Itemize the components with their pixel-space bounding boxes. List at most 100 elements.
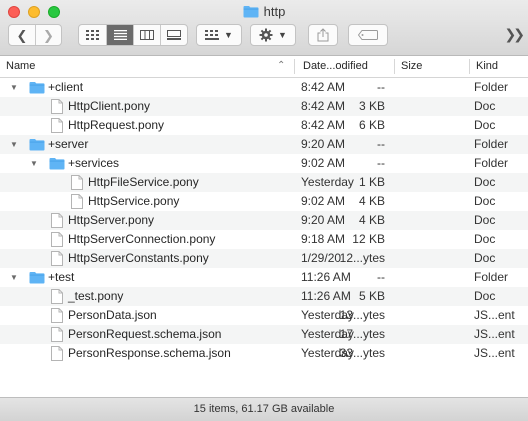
file-kind: Folder bbox=[474, 270, 509, 284]
file-kind: Doc bbox=[474, 99, 496, 113]
file-row[interactable]: HttpServer.pony 9:20 AM 4 KB Doc bbox=[0, 211, 528, 230]
folder-row[interactable]: ▼ +client 8:42 AM -- Folder bbox=[0, 78, 528, 97]
gallery-view-button[interactable] bbox=[160, 25, 187, 45]
chevron-left-icon: ❮ bbox=[16, 27, 28, 43]
file-row[interactable]: PersonRequest.schema.json Yesterday 17...y… bbox=[0, 325, 528, 344]
file-size: 13...ytes bbox=[339, 308, 385, 322]
file-row[interactable]: HttpRequest.pony 8:42 AM 6 KB Doc bbox=[0, 116, 528, 135]
disclosure-triangle-icon[interactable]: ▼ bbox=[8, 135, 20, 154]
view-mode-control bbox=[78, 24, 188, 46]
file-name: PersonRequest.schema.json bbox=[68, 327, 222, 341]
file-kind: Doc bbox=[474, 251, 496, 265]
kind-column-header[interactable]: Kind bbox=[472, 56, 528, 77]
nav-buttons: ❮ ❯ bbox=[8, 24, 62, 46]
columns-icon bbox=[140, 30, 154, 40]
file-kind: Folder bbox=[474, 156, 509, 170]
file-name: HttpService.pony bbox=[88, 194, 180, 208]
file-name: +server bbox=[48, 137, 89, 151]
size-column-header[interactable]: Size bbox=[397, 56, 467, 77]
file-name: HttpServer.pony bbox=[68, 213, 155, 227]
date-column-header[interactable]: Date...odified bbox=[299, 56, 394, 77]
share-button[interactable] bbox=[308, 24, 338, 46]
file-name: +test bbox=[48, 270, 75, 284]
date-modified: 1/29/20 bbox=[301, 251, 342, 265]
column-divider[interactable] bbox=[469, 59, 470, 74]
file-row[interactable]: HttpFileService.pony Yesterday 1 KB Doc bbox=[0, 173, 528, 192]
file-name: _test.pony bbox=[68, 289, 124, 303]
column-divider[interactable] bbox=[394, 59, 395, 74]
file-row[interactable]: HttpServerConstants.pony 1/29/20 12...ytes… bbox=[0, 249, 528, 268]
icon-view-button[interactable] bbox=[79, 25, 106, 45]
file-name: PersonData.json bbox=[68, 308, 157, 322]
file-name: +services bbox=[68, 156, 120, 170]
titlebar: http ❮ ❯ ▼ ▼ ❯❯ bbox=[0, 0, 528, 56]
file-kind: Doc bbox=[474, 118, 496, 132]
chevron-down-icon: ▼ bbox=[224, 30, 233, 40]
file-row[interactable]: HttpService.pony 9:02 AM 4 KB Doc bbox=[0, 192, 528, 211]
status-text: 15 items, 61.17 GB available bbox=[193, 403, 335, 415]
finder-window: http ❮ ❯ ▼ ▼ ❯❯ Name ⌃ Date...odified Si… bbox=[0, 0, 528, 421]
disclosure-triangle-icon[interactable]: ▼ bbox=[8, 78, 20, 97]
file-size: 4 KB bbox=[358, 213, 385, 227]
file-row[interactable]: HttpServerConnection.pony 9:18 AM 12 KB Doc bbox=[0, 230, 528, 249]
file-name: HttpRequest.pony bbox=[68, 118, 165, 132]
file-size: -- bbox=[377, 156, 385, 170]
date-modified: 9:02 AM bbox=[301, 156, 346, 170]
file-kind: JS...ent bbox=[474, 346, 515, 360]
file-kind: Doc bbox=[474, 194, 496, 208]
icon-grid-icon bbox=[86, 30, 99, 40]
date-modified: 9:20 AM bbox=[301, 137, 346, 151]
file-size: 12 KB bbox=[352, 232, 385, 246]
status-bar: 15 items, 61.17 GB available bbox=[0, 397, 528, 421]
column-divider[interactable] bbox=[294, 59, 295, 74]
file-size: 12...ytes bbox=[339, 251, 385, 265]
date-modified: 9:20 AM bbox=[301, 213, 346, 227]
toolbar-overflow-icon[interactable]: ❯❯ bbox=[505, 26, 526, 43]
file-size: -- bbox=[377, 270, 385, 284]
back-button[interactable]: ❮ bbox=[9, 25, 35, 45]
column-view-button[interactable] bbox=[133, 25, 160, 45]
file-kind: JS...ent bbox=[474, 327, 515, 341]
group-by-button[interactable]: ▼ bbox=[196, 24, 242, 46]
folder-row[interactable]: ▼ +services 9:02 AM -- Folder bbox=[0, 154, 528, 173]
file-row[interactable]: _test.pony 11:26 AM 5 KB Doc bbox=[0, 287, 528, 306]
file-kind: Folder bbox=[474, 137, 509, 151]
file-size: 5 KB bbox=[358, 289, 385, 303]
folder-row[interactable]: ▼ +server 9:20 AM -- Folder bbox=[0, 135, 528, 154]
disclosure-triangle-icon[interactable]: ▼ bbox=[8, 268, 20, 287]
file-name: HttpFileService.pony bbox=[88, 175, 199, 189]
list-view-button[interactable] bbox=[106, 25, 133, 45]
date-modified: 9:02 AM bbox=[301, 194, 346, 208]
tag-icon bbox=[358, 30, 378, 40]
file-name: HttpClient.pony bbox=[68, 99, 151, 113]
file-size: 1 KB bbox=[358, 175, 385, 189]
date-modified: 11:26 AM bbox=[301, 289, 351, 303]
file-name: HttpServerConnection.pony bbox=[68, 232, 216, 246]
name-column-header[interactable]: Name bbox=[2, 56, 294, 77]
forward-button[interactable]: ❯ bbox=[35, 25, 61, 45]
date-modified: 9:18 AM bbox=[301, 232, 346, 246]
date-modified: Yesterday bbox=[301, 175, 354, 189]
file-kind: Doc bbox=[474, 232, 496, 246]
document-icon bbox=[51, 346, 63, 367]
file-row[interactable]: HttpClient.pony 8:42 AM 3 KB Doc bbox=[0, 97, 528, 116]
file-row[interactable]: PersonData.json Yesterday 13...ytes JS...en… bbox=[0, 306, 528, 325]
gallery-icon bbox=[167, 30, 181, 40]
file-size: -- bbox=[377, 137, 385, 151]
disclosure-triangle-icon[interactable]: ▼ bbox=[28, 154, 40, 173]
file-kind: JS...ent bbox=[474, 308, 515, 322]
date-modified: 8:42 AM bbox=[301, 99, 346, 113]
group-grid-icon bbox=[205, 30, 220, 40]
sort-ascending-icon: ⌃ bbox=[277, 60, 286, 71]
file-size: 3 KB bbox=[358, 99, 385, 113]
action-menu-button[interactable]: ▼ bbox=[250, 24, 296, 46]
edit-tags-button[interactable] bbox=[348, 24, 388, 46]
file-row[interactable]: PersonResponse.schema.json Yesterday 33...… bbox=[0, 344, 528, 363]
file-name: +client bbox=[48, 80, 84, 94]
folder-row[interactable]: ▼ +test 11:26 AM -- Folder bbox=[0, 268, 528, 287]
file-kind: Doc bbox=[474, 213, 496, 227]
file-kind: Doc bbox=[474, 175, 496, 189]
chevron-right-icon: ❯ bbox=[43, 27, 54, 43]
chevron-down-icon: ▼ bbox=[278, 30, 287, 40]
window-title: http bbox=[263, 4, 286, 19]
